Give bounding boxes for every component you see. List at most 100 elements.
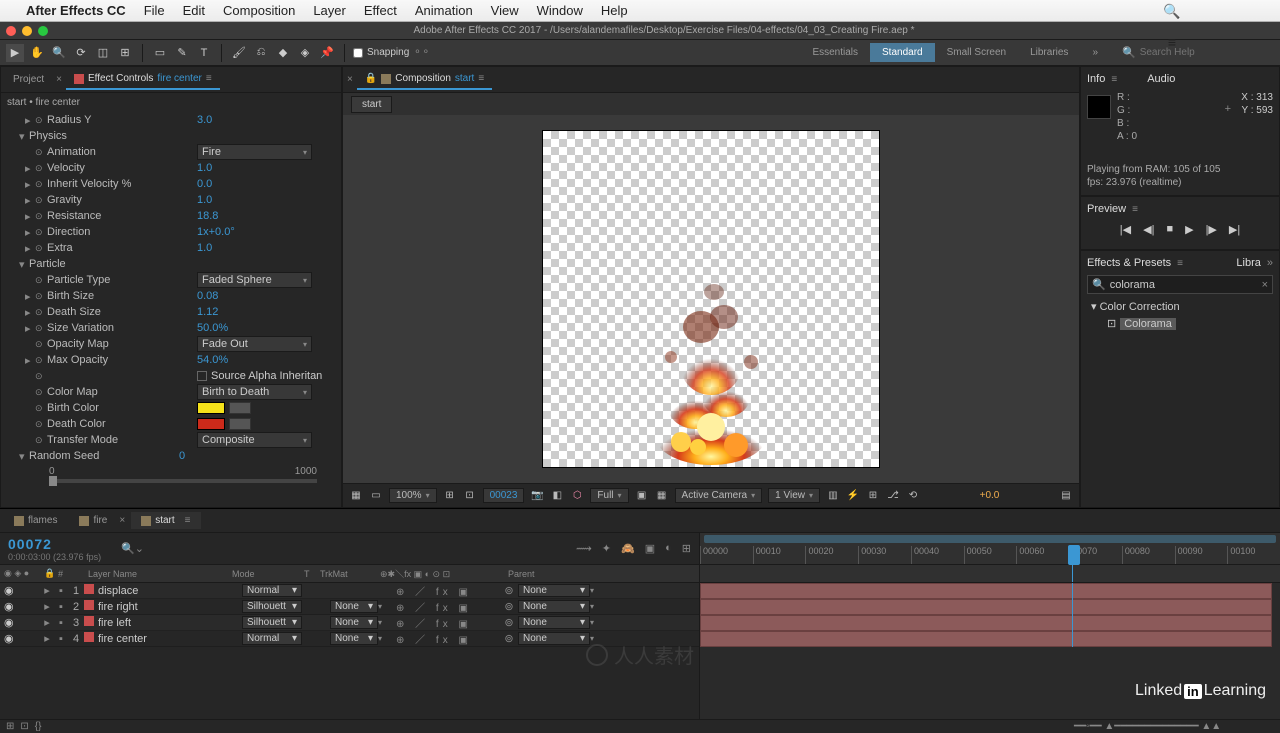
property-select[interactable]: ⊙Opacity MapFade Out▾	[1, 336, 341, 352]
timeline-tab-flames[interactable]: flames	[4, 512, 67, 529]
close-icon[interactable]: ×	[56, 74, 62, 85]
zoom-dropdown[interactable]: 100%▾	[389, 488, 437, 503]
menu-animation[interactable]: Animation	[415, 3, 473, 18]
menu-effect[interactable]: Effect	[364, 3, 397, 18]
layer-label-icon[interactable]: ▪	[54, 585, 68, 597]
visibility-icon[interactable]: ◉	[0, 632, 40, 645]
snapping-options-icon[interactable]: ⚬⚬	[413, 47, 430, 58]
view-layout-dropdown[interactable]: 1 View▾	[768, 488, 820, 503]
transparency-icon[interactable]: ▦	[655, 490, 669, 501]
layer-bar[interactable]	[700, 615, 1272, 631]
panel-menu-icon[interactable]: ≡	[1111, 74, 1117, 85]
workspace-more-icon[interactable]: »	[1080, 43, 1110, 62]
composition-viewer[interactable]	[343, 115, 1079, 483]
zoom-tool-icon[interactable]: 🔍	[50, 44, 68, 62]
roi-icon[interactable]: ▣	[635, 490, 649, 501]
ruler-tick[interactable]: 00030	[858, 546, 911, 564]
timeline-tab-fire[interactable]: fire	[69, 512, 117, 529]
visibility-icon[interactable]: ◉	[0, 584, 40, 597]
panel-menu-icon[interactable]: ≡	[185, 515, 191, 526]
timeline-tab-start[interactable]: start≡	[131, 512, 200, 529]
snapshot-icon[interactable]: 📷	[530, 490, 544, 501]
first-frame-icon[interactable]: |◀	[1120, 223, 1131, 236]
type-tool-icon[interactable]: T	[195, 44, 213, 62]
property-row[interactable]: ▸⊙Max Opacity54.0%	[1, 352, 341, 368]
effects-item[interactable]: ⊡Colorama	[1087, 315, 1273, 332]
timeline-icon[interactable]: ⊞	[866, 490, 880, 501]
property-color[interactable]: ⊙Death Color	[1, 416, 341, 432]
menu-window[interactable]: Window	[537, 3, 583, 18]
ruler-tick[interactable]: 00050	[964, 546, 1017, 564]
current-time-indicator[interactable]	[1068, 545, 1080, 565]
resolution-dropdown[interactable]: Full▾	[590, 488, 628, 503]
ruler-tick[interactable]: 00020	[805, 546, 858, 564]
layer-bar[interactable]	[700, 583, 1272, 599]
tab-effect-controls[interactable]: Effect Controls fire center ≡	[66, 69, 220, 90]
resolution-icon[interactable]: ⊞	[443, 490, 457, 501]
workspace-libraries[interactable]: Libraries	[1018, 43, 1080, 62]
ruler-tick[interactable]: 00010	[753, 546, 806, 564]
time-ruler[interactable]: 0000000010000200003000040000500006000070…	[700, 533, 1280, 565]
ruler-tick[interactable]: 00080	[1122, 546, 1175, 564]
rectangle-tool-icon[interactable]: ▭	[151, 44, 169, 62]
pickwhip-icon[interactable]: ⊚	[500, 600, 518, 613]
safe-zones-icon[interactable]: ⊡	[463, 490, 477, 501]
reset-exposure-icon[interactable]: ⟲	[906, 490, 920, 501]
zoom-slider[interactable]: ━━◦━━ ▲━━━━━━━━━━━━━━ ▲▲	[1074, 721, 1274, 732]
timeline-search-icon[interactable]: 🔍⌄	[121, 542, 144, 555]
property-group[interactable]: ▾Physics	[1, 128, 341, 144]
clear-search-icon[interactable]: ×	[1262, 279, 1268, 291]
camera-dropdown[interactable]: Active Camera▾	[675, 488, 763, 503]
menu-layer[interactable]: Layer	[313, 3, 346, 18]
panel-menu-icon[interactable]: ≡	[206, 73, 212, 84]
pen-tool-icon[interactable]: ✎	[173, 44, 191, 62]
motion-blur-icon[interactable]: ◐	[665, 542, 672, 555]
current-timecode[interactable]: 00072	[8, 536, 101, 552]
pixel-aspect-icon[interactable]: ▥	[826, 490, 840, 501]
menu-help[interactable]: Help	[601, 3, 628, 18]
property-row[interactable]: ▸⊙Size Variation50.0%	[1, 320, 341, 336]
clone-tool-icon[interactable]: ⎌	[252, 44, 270, 62]
window-controls[interactable]	[6, 26, 48, 36]
flowchart-icon[interactable]: ⎇	[886, 490, 900, 501]
alpha-icon[interactable]: ▦	[349, 490, 363, 501]
last-frame-icon[interactable]: ▶|	[1229, 223, 1240, 236]
puppet-tool-icon[interactable]: 📌	[318, 44, 336, 62]
toggle-switches-icon[interactable]: ⊞	[6, 721, 14, 732]
property-row[interactable]: ▸⊙Direction1x+0.0°	[1, 224, 341, 240]
layer-label-icon[interactable]: ▪	[54, 617, 68, 629]
twirl-icon[interactable]: ▸	[40, 616, 54, 629]
effects-search-input[interactable]	[1110, 279, 1258, 291]
hand-tool-icon[interactable]: ✋	[28, 44, 46, 62]
visibility-icon[interactable]: ◉	[0, 616, 40, 629]
layer-bar[interactable]	[700, 631, 1272, 647]
toggle-brackets-icon[interactable]: {}	[35, 721, 42, 732]
property-color[interactable]: ⊙Birth Color	[1, 400, 341, 416]
property-row[interactable]: ▸⊙Inherit Velocity %0.0	[1, 176, 341, 192]
lock-icon[interactable]: 🔒	[365, 73, 377, 84]
eraser-tool-icon[interactable]: ◆	[274, 44, 292, 62]
close-icon[interactable]: ×	[119, 515, 125, 526]
app-name[interactable]: After Effects CC	[26, 3, 126, 18]
twirl-icon[interactable]: ▸	[40, 600, 54, 613]
ruler-tick[interactable]: 00100	[1227, 546, 1280, 564]
help-search[interactable]: 🔍	[1114, 46, 1274, 59]
ruler-tick[interactable]: 00040	[911, 546, 964, 564]
draft-3d-icon[interactable]: ✦	[602, 542, 611, 555]
property-row[interactable]: ▸⊙Resistance18.8	[1, 208, 341, 224]
menu-file[interactable]: File	[144, 3, 165, 18]
pickwhip-icon[interactable]: ⊚	[500, 616, 518, 629]
composition-canvas[interactable]	[542, 130, 880, 468]
property-select[interactable]: ⊙Color MapBirth to Death▾	[1, 384, 341, 400]
stop-icon[interactable]: ■	[1166, 223, 1173, 236]
ruler-tick[interactable]: 00000	[700, 546, 753, 564]
fast-preview-icon[interactable]: ⚡	[846, 490, 860, 501]
workspace-standard[interactable]: Standard	[870, 43, 935, 62]
tab-project[interactable]: Project	[5, 70, 52, 89]
property-row[interactable]: ▸⊙Gravity1.0	[1, 192, 341, 208]
ruler-tick[interactable]: 00090	[1175, 546, 1228, 564]
property-select[interactable]: ⊙Transfer ModeComposite▾	[1, 432, 341, 448]
layer-bar[interactable]	[700, 599, 1272, 615]
visibility-icon[interactable]: ◉	[0, 600, 40, 613]
property-select[interactable]: ⊙AnimationFire▾	[1, 144, 341, 160]
